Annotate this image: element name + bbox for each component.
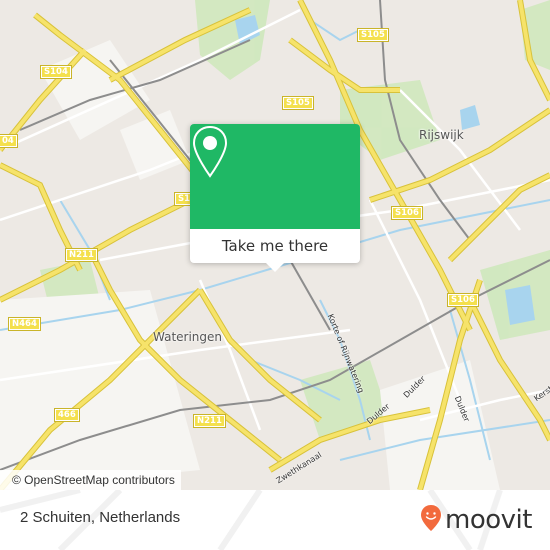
popup-header — [190, 124, 360, 229]
road-shield: 04 — [0, 134, 18, 148]
road-shield: 466 — [54, 408, 80, 422]
road-shield: N211 — [65, 248, 98, 262]
lake — [460, 105, 480, 130]
take-me-there-button[interactable]: Take me there — [190, 229, 360, 263]
moovit-pin-icon — [420, 504, 442, 536]
location-address: 2 Schuiten, Netherlands — [20, 509, 181, 526]
road-shield: S105 — [357, 28, 389, 42]
road-shield: S105 — [282, 96, 314, 110]
road-shield: S106 — [391, 206, 423, 220]
place-label-wateringen: Wateringen — [153, 330, 223, 344]
popup-pointer — [265, 262, 285, 272]
lake — [505, 285, 535, 325]
map-view[interactable]: Rijswijk Wateringen S104 04 S105 S105 S1… — [0, 0, 550, 490]
footer-bar: 2 Schuiten, Netherlands moovit — [0, 490, 550, 550]
road-shield: N464 — [8, 317, 41, 331]
place-label-rijswijk: Rijswijk — [419, 128, 464, 142]
road-shield: N211 — [193, 414, 226, 428]
moovit-wordmark: moovit — [445, 505, 532, 535]
location-popup: Take me there — [190, 124, 360, 272]
park-area — [195, 0, 270, 80]
road-shield: S106 — [447, 293, 479, 307]
map-attribution[interactable]: © OpenStreetMap contributors — [0, 470, 181, 490]
road-shield: S104 — [40, 65, 72, 79]
moovit-logo[interactable]: moovit — [420, 504, 532, 536]
